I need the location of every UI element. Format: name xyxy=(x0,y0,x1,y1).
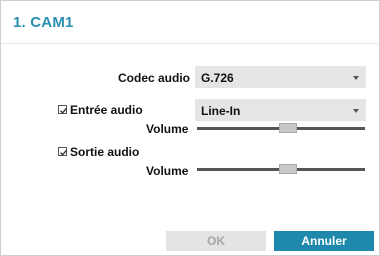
codec-audio-label: Codec audio xyxy=(118,71,191,85)
checkmark-icon xyxy=(60,107,68,114)
slider-thumb[interactable] xyxy=(278,123,297,133)
codec-audio-select[interactable]: G.726 xyxy=(195,66,366,88)
chevron-down-icon xyxy=(353,109,359,113)
input-volume-slider[interactable] xyxy=(197,122,365,134)
chevron-down-icon xyxy=(353,76,359,80)
title-divider xyxy=(1,43,379,44)
dialog-title: 1. CAM1 xyxy=(13,14,74,31)
cancel-button[interactable]: Annuler xyxy=(274,231,374,251)
audio-input-label: Entrée audio xyxy=(70,103,143,117)
output-volume-slider[interactable] xyxy=(197,163,365,175)
audio-input-source-value: Line-In xyxy=(201,104,241,118)
audio-output-label: Sortie audio xyxy=(70,145,140,159)
codec-audio-value: G.726 xyxy=(201,71,234,85)
audio-input-source-select[interactable]: Line-In xyxy=(195,99,366,121)
ok-button[interactable]: OK xyxy=(166,231,266,251)
audio-input-checkbox[interactable] xyxy=(58,105,68,114)
checkmark-icon xyxy=(60,149,68,156)
output-volume-label: Volume xyxy=(146,164,189,178)
input-volume-label: Volume xyxy=(146,122,189,136)
slider-thumb[interactable] xyxy=(278,164,297,174)
audio-output-checkbox[interactable] xyxy=(58,147,68,156)
audio-settings-dialog: 1. CAM1 Codec audio G.726 Entrée audio L… xyxy=(0,0,380,256)
